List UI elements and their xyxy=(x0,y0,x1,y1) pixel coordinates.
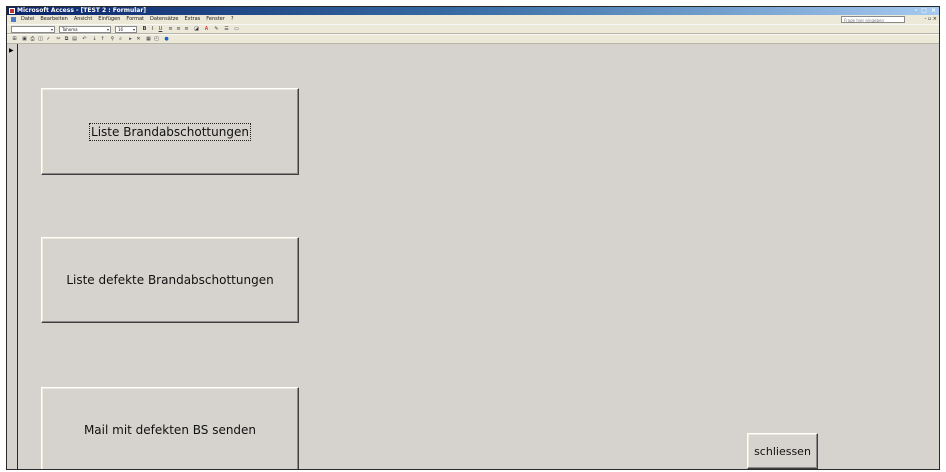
special-effect-icon[interactable]: ▭ xyxy=(233,26,240,33)
bold-icon[interactable]: B xyxy=(141,26,148,33)
form-detail-area: ▶ Liste Brandabschottungen Liste defekte… xyxy=(7,44,939,469)
play-arrow-icon: ▶ xyxy=(9,47,14,54)
object-combo[interactable] xyxy=(11,26,55,33)
save-icon[interactable]: ▣ xyxy=(21,36,28,43)
mail-defekte-bs-senden-button[interactable]: Mail mit defekten BS senden xyxy=(41,387,299,469)
menu-fenster[interactable]: Fenster xyxy=(206,15,225,24)
underline-icon[interactable]: U xyxy=(157,26,164,33)
liste-defekte-brandabschottungen-button[interactable]: Liste defekte Brandabschottungen xyxy=(41,237,299,323)
menu-format[interactable]: Format xyxy=(126,15,144,24)
form-doc-icon[interactable] xyxy=(11,17,16,22)
font-name-combo[interactable]: Tahoma xyxy=(59,26,111,33)
new-object-icon[interactable]: ◰ xyxy=(153,36,160,43)
schliessen-label: schliessen xyxy=(754,444,811,458)
menu-extras[interactable]: Extras xyxy=(184,15,200,24)
sort-ascending-icon[interactable]: ↓ xyxy=(91,36,98,43)
window-title: Microsoft Access - [TEST 2 : Formular] xyxy=(17,7,147,14)
line-color-icon[interactable]: ✎ xyxy=(213,26,220,33)
menu-einfuegen[interactable]: Einfügen xyxy=(98,15,120,24)
delete-record-icon[interactable]: ✕ xyxy=(135,36,142,43)
align-right-icon[interactable]: ≡ xyxy=(183,26,190,33)
record-selector[interactable]: ▶ xyxy=(7,44,18,469)
mail-defekte-label: Mail mit defekten BS senden xyxy=(83,423,257,437)
preview-icon[interactable]: ◫ xyxy=(37,36,44,43)
menu-datei[interactable]: Datei xyxy=(21,15,34,24)
database-window-icon[interactable]: ▦ xyxy=(145,36,152,43)
menu-help[interactable]: ? xyxy=(231,15,234,24)
liste-brandabschottungen-button[interactable]: Liste Brandabschottungen xyxy=(41,88,299,175)
filter-icon[interactable]: ⚲ xyxy=(109,36,116,43)
spelling-icon[interactable]: ✓ xyxy=(45,36,52,43)
fill-color-icon[interactable]: ◪ xyxy=(193,26,200,33)
paste-icon[interactable]: ▤ xyxy=(71,36,78,43)
font-size-combo[interactable]: 16 xyxy=(115,26,137,33)
menu-datensaetze[interactable]: Datensätze xyxy=(150,15,178,24)
undo-icon[interactable]: ↶ xyxy=(81,36,88,43)
font-color-icon[interactable]: A xyxy=(203,26,210,33)
copy-icon[interactable]: ⧉ xyxy=(63,36,70,43)
menu-items: Datei Bearbeiten Ansicht Einfügen Format… xyxy=(21,15,233,24)
menu-bearbeiten[interactable]: Bearbeiten xyxy=(40,15,67,24)
line-width-icon[interactable]: ☰ xyxy=(223,26,230,33)
italic-icon[interactable]: I xyxy=(149,26,156,33)
form-view-toolbar: ⊞ ▣ ⎙ ◫ ✓ ✂ ⧉ ▤ ↶ ↓ ↑ ⚲ ⌕ ▸ ✕ ▦ ◰ ● xyxy=(7,34,939,44)
view-icon[interactable]: ⊞ xyxy=(11,36,18,43)
access-window: Microsoft Access - [TEST 2 : Formular] -… xyxy=(6,6,940,470)
cut-icon[interactable]: ✂ xyxy=(55,36,62,43)
liste-defekte-label: Liste defekte Brandabschottungen xyxy=(66,273,274,287)
help-question-input[interactable]: Frage hier eingeben xyxy=(841,16,905,23)
align-center-icon[interactable]: ≡ xyxy=(175,26,182,33)
print-icon[interactable]: ⎙ xyxy=(29,36,36,43)
access-app-icon xyxy=(9,8,15,14)
menu-ansicht[interactable]: Ansicht xyxy=(74,15,92,24)
align-left-icon[interactable]: ≡ xyxy=(167,26,174,33)
sort-descending-icon[interactable]: ↑ xyxy=(99,36,106,43)
schliessen-button[interactable]: schliessen xyxy=(747,433,818,469)
document-window-controls[interactable]: - ▫ × xyxy=(924,15,937,24)
help-icon[interactable]: ● xyxy=(163,36,170,43)
find-icon[interactable]: ⌕ xyxy=(117,36,124,43)
new-record-icon[interactable]: ▸ xyxy=(127,36,134,43)
formatting-toolbar: Tahoma 16 B I U ≡ ≡ ≡ ◪ A ✎ ☰ ▭ xyxy=(7,24,939,34)
window-controls[interactable]: - □ × xyxy=(915,7,937,15)
menu-bar: Datei Bearbeiten Ansicht Einfügen Format… xyxy=(7,15,939,24)
liste-brandabschottungen-label: Liste Brandabschottungen xyxy=(89,122,251,141)
title-bar: Microsoft Access - [TEST 2 : Formular] -… xyxy=(7,7,939,15)
